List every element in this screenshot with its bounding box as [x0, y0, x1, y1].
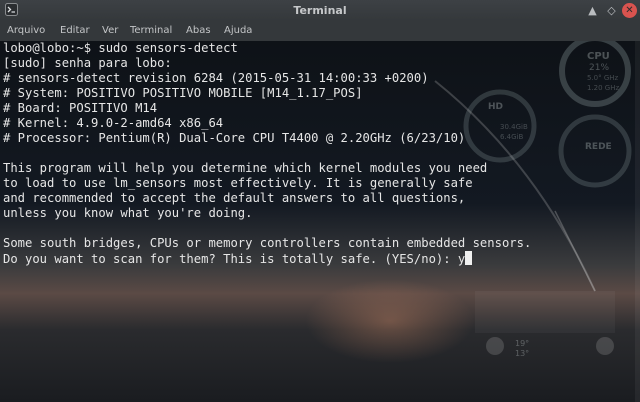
terminal-scrollbar[interactable]: [635, 41, 640, 402]
menu-ajuda[interactable]: Ajuda: [224, 25, 252, 36]
terminal-line: # Processor: Pentium(R) Dual-Core CPU T4…: [3, 131, 466, 145]
menu-arquivo[interactable]: Arquivo: [7, 25, 45, 36]
temp-value-2: 13°: [515, 349, 529, 358]
menu-ver[interactable]: Ver: [102, 25, 118, 36]
menu-editar[interactable]: Editar: [60, 25, 90, 36]
menu-terminal[interactable]: Terminal: [130, 25, 172, 36]
cpu-detail-2: 1.20 GHz: [587, 84, 619, 92]
cpu-label: CPU: [587, 51, 610, 62]
terminal-window: Terminal ▲ ◇ ✕ Arquivo Editar Ver Termin…: [0, 0, 640, 402]
maximize-icon[interactable]: ◇: [604, 3, 619, 18]
minimize-icon[interactable]: ▲: [585, 3, 600, 18]
terminal-line: Do you want to scan for them? This is to…: [3, 251, 531, 267]
terminal-line: # Kernel: 4.9.0-2-amd64 x86_64: [3, 116, 224, 130]
terminal-output-area[interactable]: CPU 21% 5.0° GHz 1.20 GHz HD 30.4GiB 6.4…: [0, 41, 640, 402]
cpu-detail-1: 5.0° GHz: [587, 74, 619, 82]
terminal-cursor: [465, 251, 473, 265]
terminal-line: and recommended to accept the default an…: [3, 191, 466, 205]
cpu-value: 21%: [589, 63, 609, 73]
terminal-line: # Board: POSITIVO M14: [3, 101, 158, 115]
terminal-line: Some south bridges, CPUs or memory contr…: [3, 236, 532, 250]
terminal-line: unless you know what you're doing.: [3, 206, 253, 220]
close-icon[interactable]: ✕: [622, 3, 637, 18]
terminal-line: lobo@lobo:~$ sudo sensors-detect: [3, 41, 238, 55]
temp-value: 19°: [515, 339, 529, 348]
rede-label: REDE: [585, 142, 612, 152]
terminal-line: # System: POSITIVO POSITIVO MOBILE [M14_…: [3, 86, 363, 100]
terminal-line: This program will help you determine whi…: [3, 161, 488, 175]
terminal-line: [sudo] senha para lobo:: [3, 56, 172, 70]
title-bar[interactable]: Terminal ▲ ◇ ✕: [0, 0, 640, 21]
window-title: Terminal: [293, 4, 347, 17]
menu-abas[interactable]: Abas: [186, 25, 211, 36]
menu-bar: Arquivo Editar Ver Terminal Abas Ajuda: [0, 21, 640, 42]
terminal-line: # sensors-detect revision 6284 (2015-05-…: [3, 71, 429, 85]
terminal-text: lobo@lobo:~$ sudo sensors-detect [sudo] s…: [3, 41, 531, 267]
terminal-line: to load to use lm_sensors most effective…: [3, 176, 473, 190]
